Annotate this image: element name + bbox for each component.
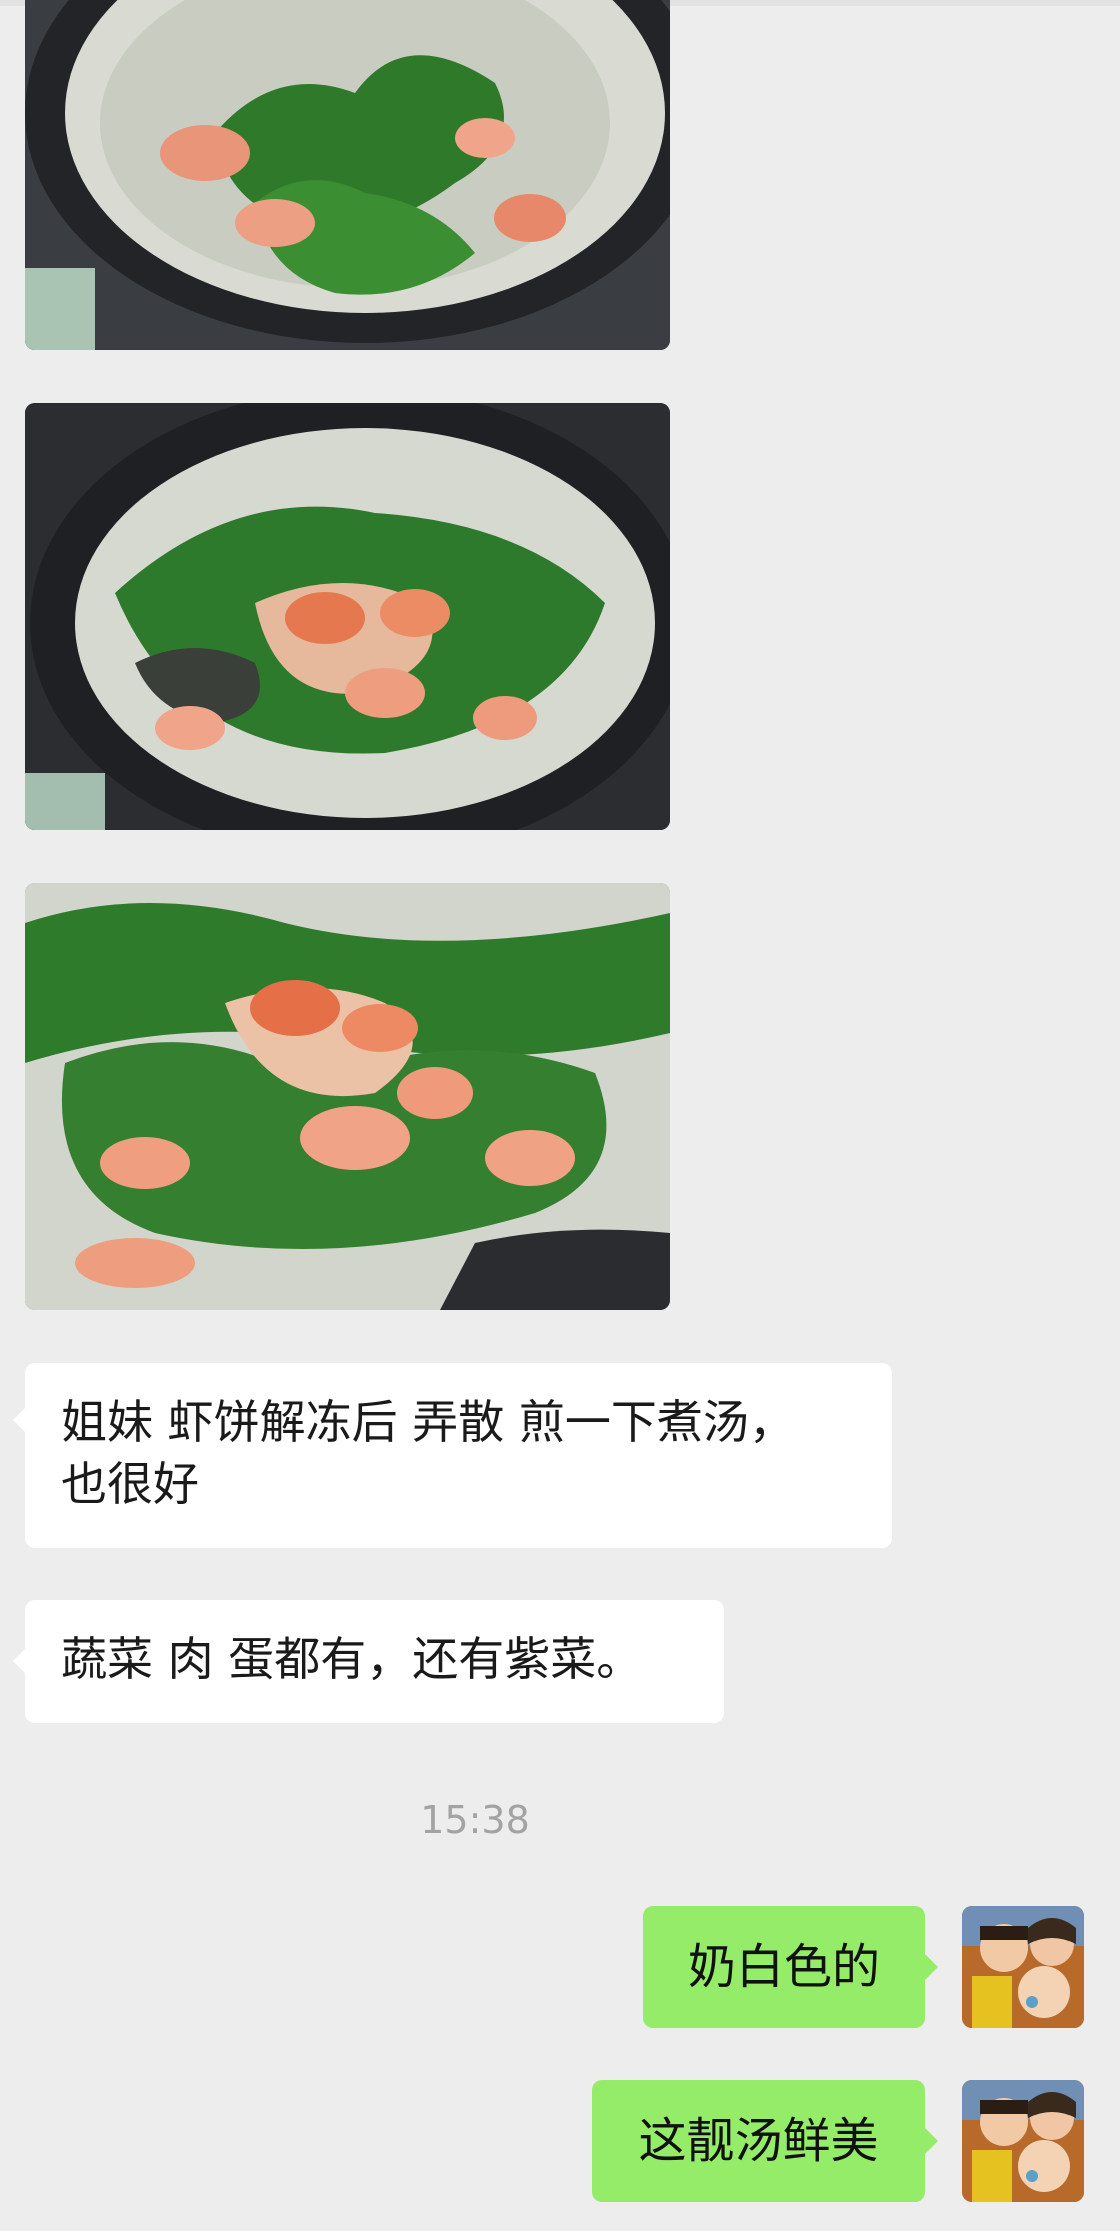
message-image-3[interactable] <box>25 883 670 1310</box>
soup-photo-icon <box>25 0 670 350</box>
sent-message-bubble[interactable]: 这靓汤鲜美 <box>592 2080 938 2202</box>
soup-photo-icon <box>25 883 670 1310</box>
message-text: 奶白色的 <box>687 1939 880 1995</box>
received-message-bubble[interactable]: 姐妹 虾饼解冻后 弄散 煎一下煮汤， 也很好 <box>13 1363 892 1548</box>
bubble-tail <box>13 1407 26 1433</box>
message-image-2[interactable] <box>25 403 670 830</box>
user-avatar[interactable] <box>962 1906 1084 2028</box>
message-text-line: 也很好 <box>61 1457 199 1511</box>
user-avatar[interactable] <box>962 2080 1084 2202</box>
soup-photo-icon <box>25 403 670 830</box>
received-message-bubble[interactable]: 蔬菜 肉 蛋都有，还有紫菜。 <box>13 1600 724 1723</box>
message-text-line: 姐妹 虾饼解冻后 弄散 煎一下煮汤， <box>61 1395 795 1449</box>
sent-message-bubble[interactable]: 奶白色的 <box>643 1906 938 2028</box>
bubble-tail <box>925 2128 938 2154</box>
family-avatar-icon <box>962 1906 1084 2028</box>
message-text: 这靓汤鲜美 <box>638 2113 879 2169</box>
message-text-line: 蔬菜 肉 蛋都有，还有紫菜。 <box>61 1632 643 1686</box>
message-timestamp: 15:38 <box>420 1798 530 1842</box>
bubble-tail <box>925 1954 938 1980</box>
message-image-1[interactable] <box>25 0 670 350</box>
bubble-tail <box>13 1648 26 1674</box>
family-avatar-icon <box>962 2080 1084 2202</box>
